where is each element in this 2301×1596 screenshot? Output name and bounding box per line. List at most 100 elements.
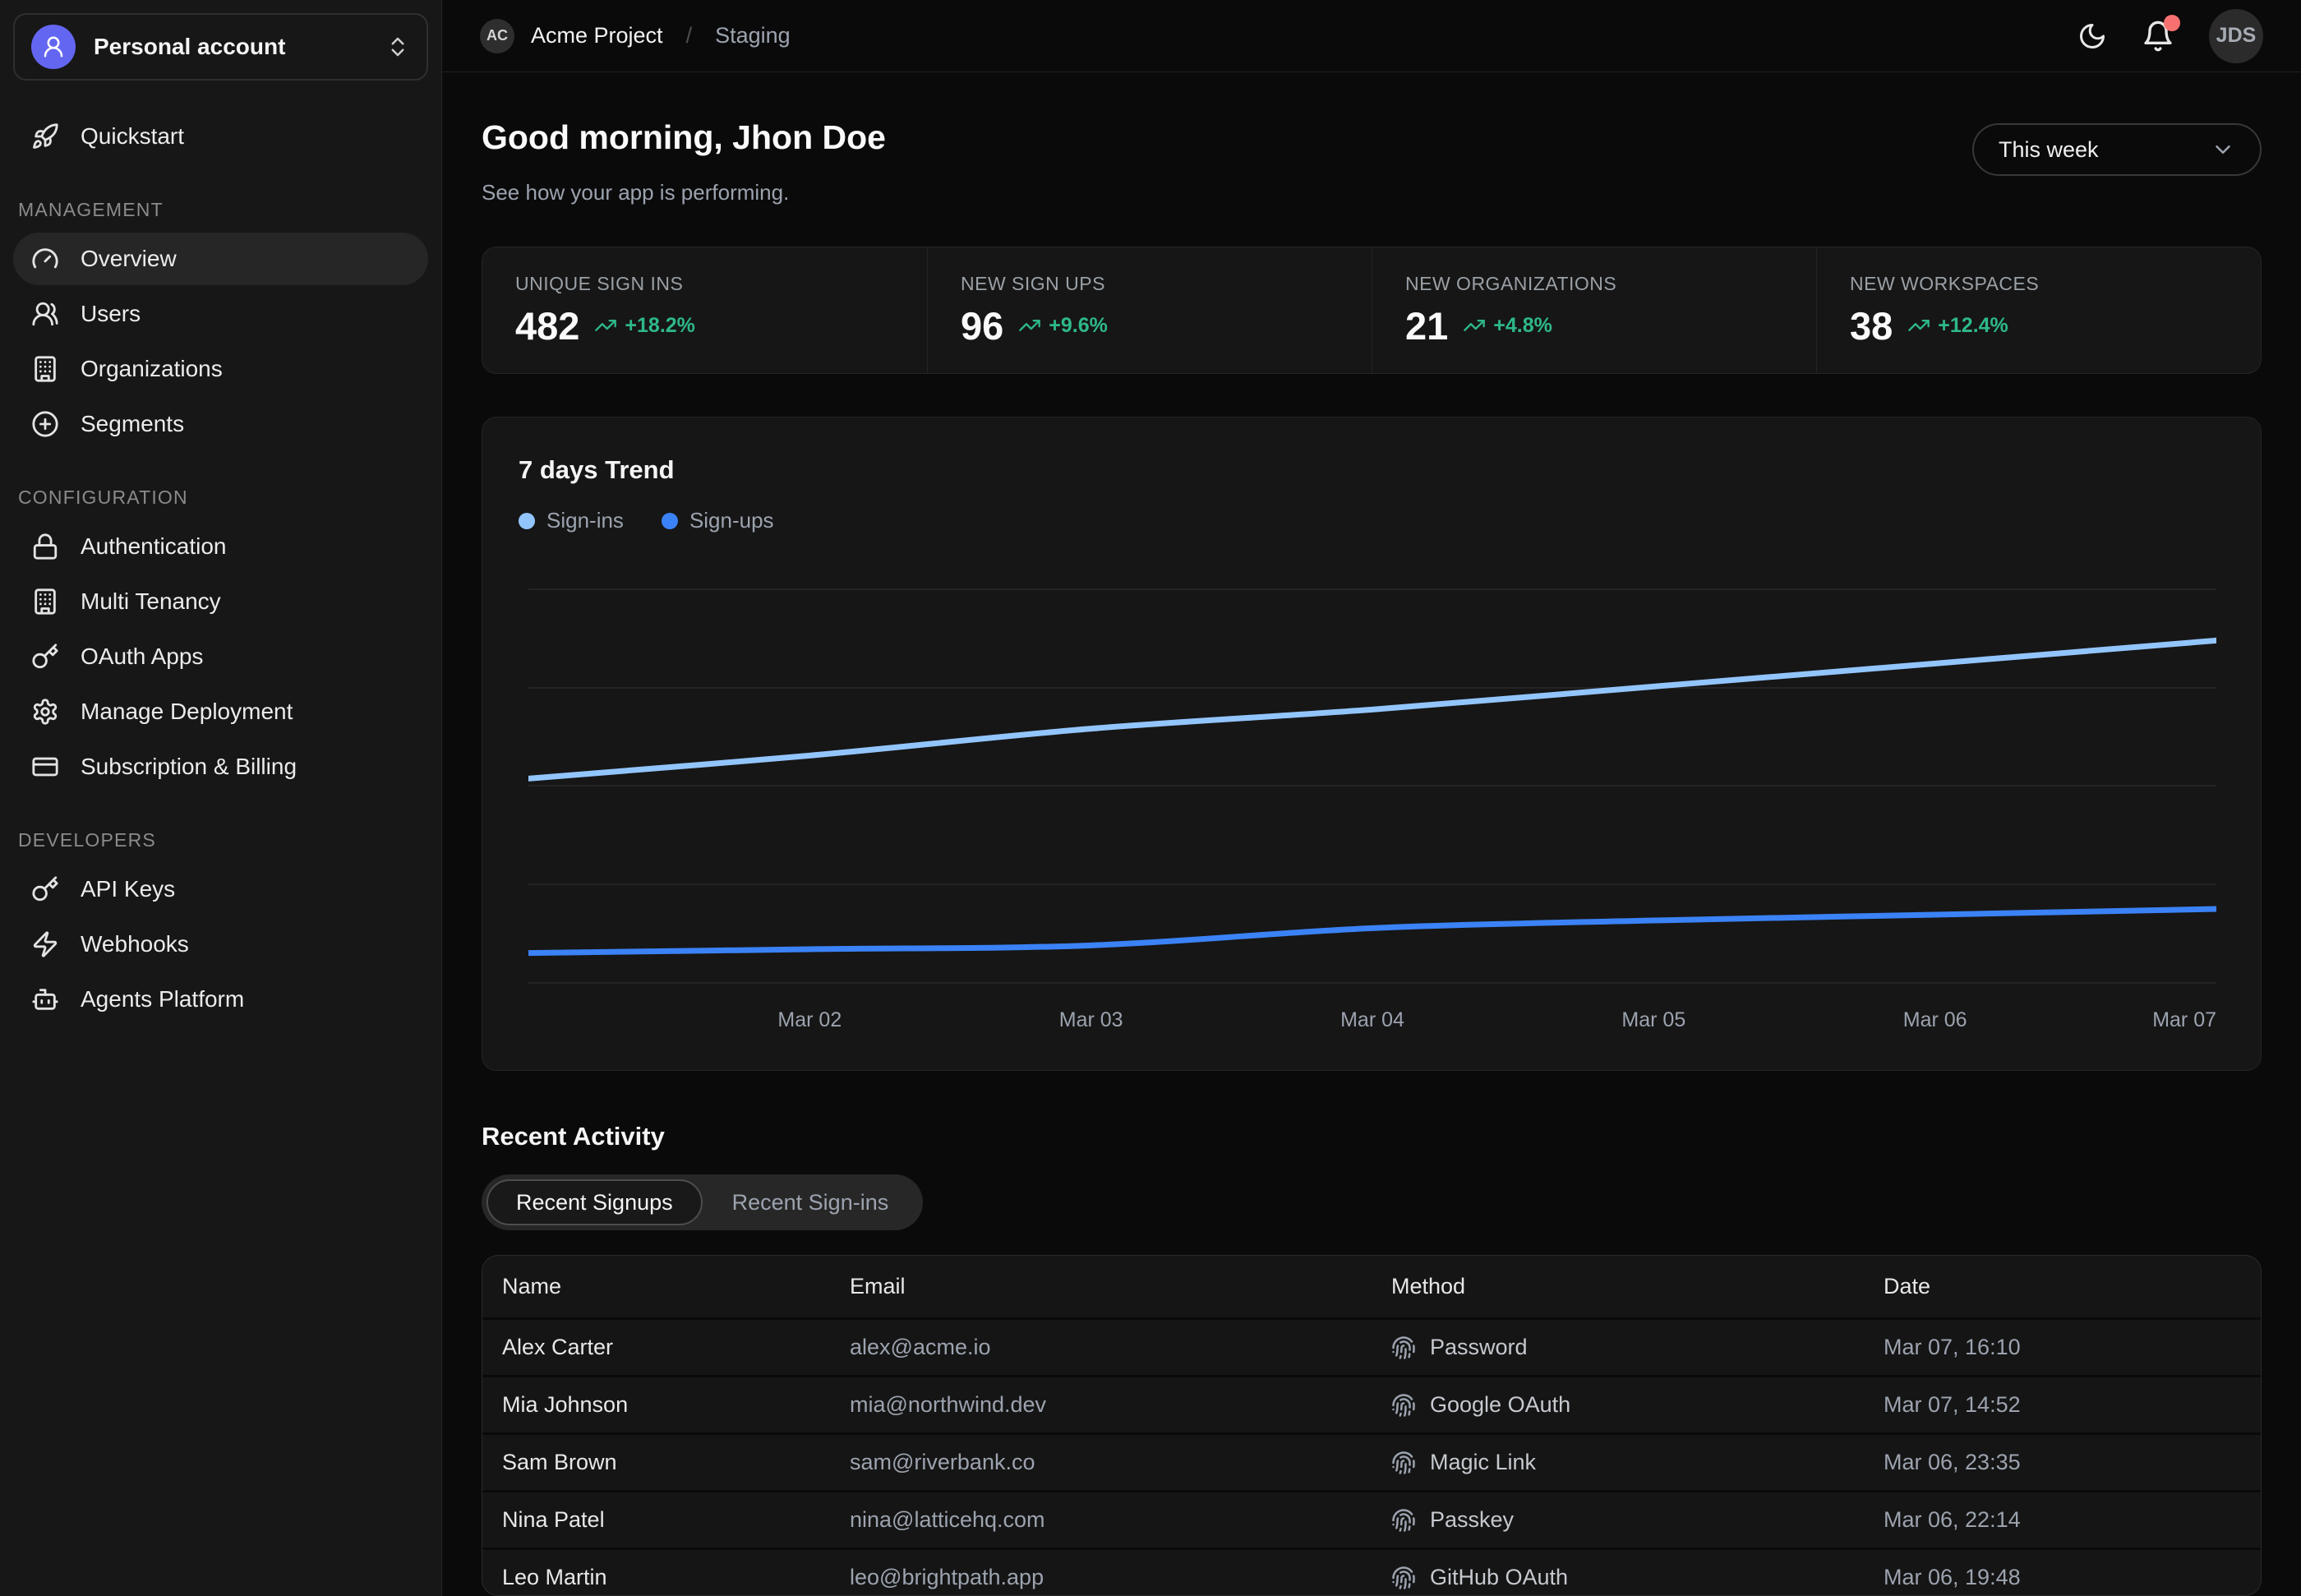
breadcrumb-project[interactable]: Acme Project [531,23,663,48]
x-axis-tick: Mar 07 [2152,1008,2216,1031]
tab-recent-sign-ins[interactable]: Recent Sign-ins [703,1179,919,1225]
fingerprint-icon [1391,1566,1416,1590]
sidebar-item-webhooks[interactable]: Webhooks [13,918,428,971]
chart-legend: Sign-ins Sign-ups [519,508,774,533]
column-header-method: Method [1391,1274,1884,1299]
cell-email: nina@latticehq.com [850,1507,1391,1533]
zap-icon [31,930,59,958]
sidebar-item-organizations[interactable]: Organizations [13,343,428,395]
sidebar-item-overview[interactable]: Overview [13,233,428,285]
date-range-select[interactable]: This week [1972,123,2262,176]
key-icon [31,875,59,903]
stat-unique-sign-ins: UNIQUE SIGN INS482+18.2% [482,247,927,373]
method-label: Magic Link [1430,1450,1536,1475]
sidebar-item-multi-tenancy[interactable]: Multi Tenancy [13,575,428,628]
cell-email: sam@riverbank.co [850,1450,1391,1475]
stat-value: 38 [1850,303,1893,348]
sidebar-item-quickstart[interactable]: Quickstart [13,110,428,163]
chevrons-up-down-icon [385,35,410,59]
cell-method: GitHub OAuth [1391,1565,1884,1590]
sidebar-item-subscription-billing[interactable]: Subscription & Billing [13,740,428,793]
stat-trend: +18.2% [594,314,695,338]
recent-activity-title: Recent Activity [482,1122,2262,1151]
nav-section-label: DEVELOPERS [18,829,428,851]
cell-date: Mar 07, 16:10 [1884,1335,2261,1360]
sidebar-item-label: Subscription & Billing [81,754,297,780]
bot-icon [31,985,59,1013]
account-name: Personal account [94,34,367,60]
table-row[interactable]: Alex Carteralex@acme.ioPasswordMar 07, 1… [482,1317,2261,1375]
date-range-value: This week [1999,137,2099,163]
activity-tabs: Recent SignupsRecent Sign-ins [482,1174,923,1230]
line-series-sign-ins [528,640,2216,778]
method-label: GitHub OAuth [1430,1565,1568,1590]
legend-item-sign-ins: Sign-ins [519,508,624,533]
sidebar-item-api-keys[interactable]: API Keys [13,863,428,916]
chart-title: 7 days Trend [519,455,675,485]
method-label: Passkey [1430,1507,1514,1533]
page-subtitle: See how your app is performing. [482,180,886,205]
legend-item-sign-ups: Sign-ups [662,508,774,533]
x-axis-tick: Mar 05 [1621,1008,1685,1031]
table-row[interactable]: Nina Patelnina@latticehq.comPasskeyMar 0… [482,1490,2261,1548]
sidebar-item-label: Agents Platform [81,986,244,1012]
line-series-sign-ups [528,909,2216,953]
notifications-button[interactable] [2142,20,2174,53]
moon-icon[interactable] [2077,21,2107,51]
trending-up-icon [594,314,617,337]
sidebar-item-manage-deployment[interactable]: Manage Deployment [13,685,428,738]
cell-method: Password [1391,1335,1884,1360]
cell-method: Magic Link [1391,1450,1884,1475]
user-icon [31,25,76,69]
key-icon [31,643,59,671]
table-row[interactable]: Leo Martinleo@brightpath.appGitHub OAuth… [482,1548,2261,1596]
sidebar-item-authentication[interactable]: Authentication [13,520,428,573]
sidebar-item-label: Authentication [81,533,226,560]
table-body: Alex Carteralex@acme.ioPasswordMar 07, 1… [482,1317,2261,1596]
cell-method: Passkey [1391,1507,1884,1533]
gear-icon [31,698,59,726]
stats-card: UNIQUE SIGN INS482+18.2%NEW SIGN UPS96+9… [482,247,2262,374]
cell-name: Alex Carter [502,1335,850,1360]
breadcrumb-separator: / [686,23,693,48]
sidebar-item-label: Overview [81,246,177,272]
trending-up-icon [1463,314,1486,337]
stat-change: +12.4% [1938,314,2008,338]
cell-name: Sam Brown [502,1450,850,1475]
stat-new-workspaces: NEW WORKSPACES38+12.4% [1816,247,2261,373]
recent-activity-table: NameEmailMethodDate Alex Carteralex@acme… [482,1255,2262,1596]
sidebar-item-segments[interactable]: Segments [13,398,428,450]
sidebar-item-agents-platform[interactable]: Agents Platform [13,973,428,1026]
project-badge: AC [480,19,514,53]
cell-date: Mar 06, 19:48 [1884,1565,2261,1590]
credit-card-icon [31,753,59,781]
column-header-email: Email [850,1274,1391,1299]
table-row[interactable]: Sam Brownsam@riverbank.coMagic LinkMar 0… [482,1432,2261,1490]
sidebar-item-users[interactable]: Users [13,288,428,340]
sidebar-item-label: Webhooks [81,931,189,957]
building-icon [31,588,59,616]
nav-section-label: CONFIGURATION [18,487,428,509]
chevron-down-icon [2211,137,2235,162]
topbar: AC Acme Project / Staging JDS [442,0,2301,72]
avatar[interactable]: JDS [2209,9,2263,63]
legend-label: Sign-ups [689,508,774,533]
account-switcher[interactable]: Personal account [13,13,428,81]
fingerprint-icon [1391,1393,1416,1418]
table-header-row: NameEmailMethodDate [482,1256,2261,1317]
table-row[interactable]: Mia Johnsonmia@northwind.devGoogle OAuth… [482,1375,2261,1432]
legend-dot-icon [662,513,678,529]
breadcrumb-environment[interactable]: Staging [715,23,791,48]
stat-change: +4.8% [1493,314,1552,338]
topbar-actions: JDS [2077,9,2263,63]
trend-line-chart: Mar 02Mar 03Mar 04Mar 05Mar 06Mar 07 [528,564,2216,1040]
sidebar-item-oauth-apps[interactable]: OAuth Apps [13,630,428,683]
sidebar-item-label: Organizations [81,356,223,382]
tab-recent-signups[interactable]: Recent Signups [486,1179,703,1225]
fingerprint-icon [1391,1508,1416,1533]
trending-up-icon [1018,314,1041,337]
sidebar-item-label: API Keys [81,876,175,902]
nav-section-label: MANAGEMENT [18,199,428,221]
column-header-date: Date [1884,1274,2261,1299]
stat-value: 21 [1405,303,1448,348]
